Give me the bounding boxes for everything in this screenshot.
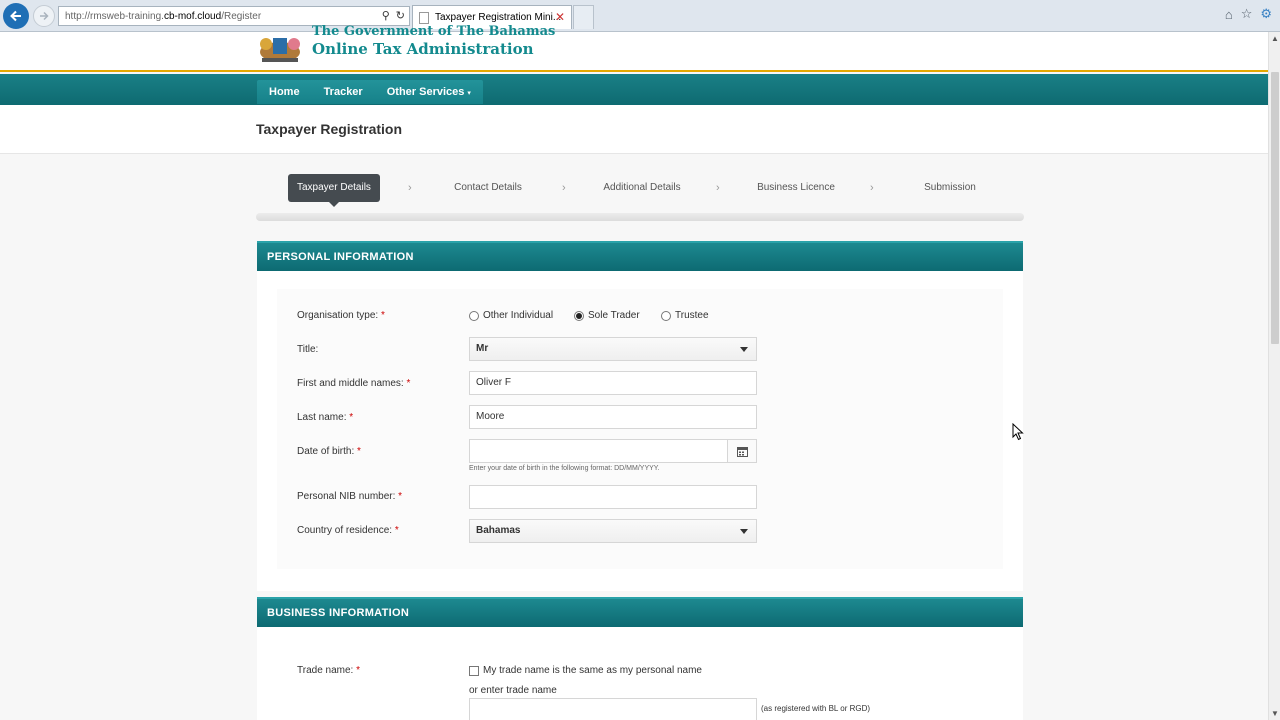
- chevron-right-icon: ›: [716, 182, 720, 194]
- page-icon: [419, 11, 429, 24]
- address-bar[interactable]: http://rmsweb-training. cb-mof.cloud/Regi…: [58, 6, 410, 26]
- required-mark: *: [356, 665, 361, 676]
- scrollbar-thumb[interactable]: [1271, 72, 1279, 344]
- dropdown-arrow-icon: [740, 529, 748, 534]
- nav-other-services-label: Other Services: [386, 86, 465, 98]
- url-path: /Register: [221, 10, 262, 22]
- coat-of-arms-logo: [260, 38, 300, 62]
- radio-selected-icon[interactable]: [574, 310, 584, 321]
- radio-label: Sole Trader: [588, 310, 640, 321]
- country-label: Country of residence: *: [297, 525, 399, 536]
- trade-name-input[interactable]: [469, 698, 757, 720]
- browser-toolbar: http://rmsweb-training. cb-mof.cloud/Regi…: [0, 0, 1280, 32]
- nib-text: Personal NIB number:: [297, 491, 396, 502]
- title-select-value: Mr: [476, 343, 489, 354]
- radio-sole-trader[interactable]: Sole Trader: [574, 310, 640, 321]
- country-select-value: Bahamas: [476, 525, 521, 536]
- radio-label: Other Individual: [483, 310, 554, 321]
- trade-name-text: Trade name:: [297, 665, 354, 676]
- radio-circle-icon[interactable]: [469, 310, 479, 321]
- first-names-label: First and middle names: *: [297, 378, 410, 389]
- nav-home[interactable]: Home: [257, 80, 312, 104]
- calendar-icon[interactable]: [727, 440, 756, 462]
- required-mark: *: [357, 446, 361, 457]
- registered-note: (as registered with BL or RGD): [761, 704, 871, 713]
- step-taxpayer-details[interactable]: Taxpayer Details: [288, 174, 380, 207]
- nav-other-services[interactable]: Other Services ▾: [375, 80, 483, 104]
- close-icon[interactable]: ✕: [555, 10, 565, 24]
- step-business-licence[interactable]: Business Licence: [744, 174, 848, 202]
- home-icon[interactable]: ⌂: [1225, 7, 1233, 22]
- url-host: cb-mof.cloud: [163, 10, 222, 22]
- caret-down-icon: ▾: [467, 90, 471, 97]
- scroll-down-icon[interactable]: ▼: [1271, 709, 1279, 718]
- radio-circle-icon[interactable]: [661, 310, 671, 321]
- date-of-birth-hint: Enter your date of birth in the followin…: [469, 465, 660, 472]
- page-scrollbar[interactable]: ▲ ▼: [1268, 32, 1280, 720]
- title-select[interactable]: Mr: [469, 337, 757, 361]
- page-title: Taxpayer Registration: [256, 121, 403, 137]
- country-text: Country of residence:: [297, 525, 393, 536]
- required-mark: *: [406, 378, 411, 389]
- scroll-up-icon[interactable]: ▲: [1271, 34, 1279, 43]
- main-nav: Home Tracker Other Services ▾: [0, 74, 1268, 105]
- government-name: The Government of The Bahamas: [312, 24, 556, 39]
- radio-label: Trustee: [675, 310, 709, 321]
- nav-tracker[interactable]: Tracker: [312, 80, 375, 104]
- radio-trustee[interactable]: Trustee: [661, 310, 709, 321]
- trade-name-label: Trade name: *: [297, 665, 360, 676]
- page-title-band: Taxpayer Registration: [0, 105, 1268, 154]
- site-title[interactable]: Online Tax Administration: [312, 40, 533, 58]
- required-mark: *: [349, 412, 354, 423]
- back-arrow-icon[interactable]: [3, 3, 29, 29]
- required-mark: *: [398, 491, 403, 502]
- or-enter-trade-name: or enter trade name: [469, 685, 557, 696]
- first-names-input[interactable]: Oliver F: [469, 371, 757, 395]
- required-mark: *: [380, 310, 385, 321]
- last-name-text: Last name:: [297, 412, 347, 423]
- dropdown-arrow-icon: [740, 347, 748, 352]
- personal-information-heading: PERSONAL INFORMATION: [257, 241, 1023, 271]
- star-icon[interactable]: ☆: [1241, 6, 1253, 22]
- forward-arrow-icon[interactable]: [33, 5, 55, 27]
- mouse-cursor-icon: [1012, 423, 1024, 441]
- nib-label: Personal NIB number: *: [297, 491, 402, 502]
- title-label: Title:: [297, 344, 319, 355]
- personal-information-panel: Organisation type: * Other Individual So…: [257, 271, 1023, 591]
- country-select[interactable]: Bahamas: [469, 519, 757, 543]
- nib-input[interactable]: [469, 485, 757, 509]
- gear-icon[interactable]: ⚙: [1260, 6, 1272, 22]
- tab-title: Taxpayer Registration Mini...: [435, 12, 562, 23]
- checkbox-label: My trade name is the same as my personal…: [483, 665, 702, 676]
- first-names-text: First and middle names:: [297, 378, 404, 389]
- business-information-heading: BUSINESS INFORMATION: [257, 597, 1023, 627]
- organisation-type-text: Organisation type:: [297, 310, 379, 321]
- refresh-icon[interactable]: ↻: [396, 9, 405, 22]
- step-additional-details[interactable]: Additional Details: [590, 174, 694, 202]
- last-name-input[interactable]: Moore: [469, 405, 757, 429]
- site-header: The Government of The Bahamas Online Tax…: [0, 24, 1268, 72]
- step-contact-details[interactable]: Contact Details: [436, 174, 540, 202]
- registration-steps: Taxpayer Details › Contact Details › Add…: [256, 174, 1024, 207]
- same-trade-name-checkbox[interactable]: My trade name is the same as my personal…: [469, 665, 702, 676]
- last-name-label: Last name: *: [297, 412, 353, 423]
- chevron-right-icon: ›: [562, 182, 566, 194]
- step-submission[interactable]: Submission: [898, 174, 1002, 202]
- business-information-panel: Trade name: * My trade name is the same …: [257, 627, 1023, 720]
- date-of-birth-label: Date of birth: *: [297, 446, 361, 457]
- chevron-right-icon: ›: [870, 182, 874, 194]
- organisation-type-label: Organisation type: *: [297, 310, 385, 321]
- url-prefix: http://rmsweb-training.: [65, 10, 164, 22]
- required-mark: *: [394, 525, 399, 536]
- date-of-birth-text: Date of birth:: [297, 446, 355, 457]
- radio-other-individual[interactable]: Other Individual: [469, 310, 553, 321]
- new-tab-button[interactable]: [573, 5, 594, 29]
- search-icon[interactable]: ⚲: [382, 9, 390, 22]
- date-of-birth-input[interactable]: [469, 439, 757, 463]
- chevron-right-icon: ›: [408, 182, 412, 194]
- checkbox-icon[interactable]: [469, 665, 479, 676]
- progress-bar: [256, 213, 1024, 221]
